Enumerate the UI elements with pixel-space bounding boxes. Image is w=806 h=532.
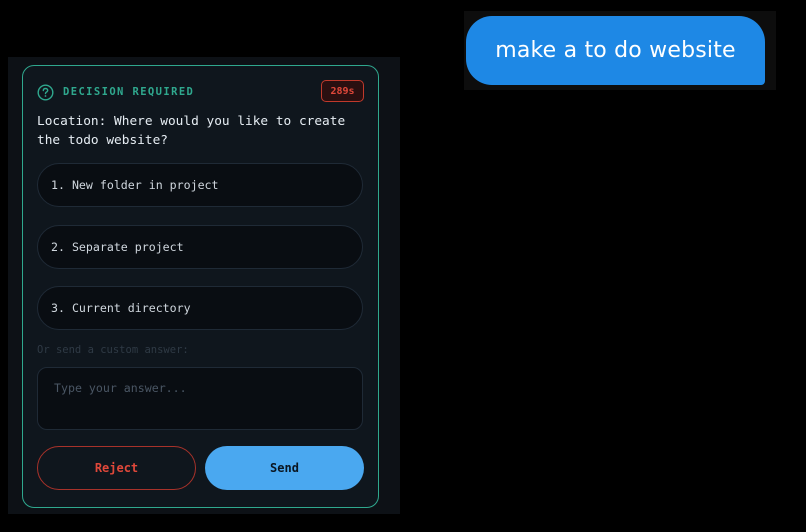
user-message-container: make a to do website — [464, 11, 776, 90]
option-separate-project[interactable]: 2. Separate project — [37, 225, 363, 269]
custom-answer-input[interactable] — [37, 367, 363, 430]
decision-panel: DECISION REQUIRED 289s Location: Where w… — [22, 65, 379, 508]
decision-header: DECISION REQUIRED 289s — [37, 80, 364, 104]
custom-answer-label: Or send a custom answer: — [37, 344, 189, 356]
decision-question: Location: Where would you like to create… — [37, 114, 346, 148]
user-message-bubble: make a to do website — [466, 16, 765, 85]
option-label: 2. Separate project — [51, 240, 184, 254]
option-new-folder-in-project[interactable]: 1. New folder in project — [37, 163, 363, 207]
reject-button[interactable]: Reject — [37, 446, 196, 490]
option-label: 3. Current directory — [51, 301, 191, 315]
option-label: 1. New folder in project — [51, 178, 219, 192]
countdown-timer-badge: 289s — [321, 80, 364, 102]
option-current-directory[interactable]: 3. Current directory — [37, 286, 363, 330]
help-circle-icon — [37, 83, 54, 101]
send-button[interactable]: Send — [205, 446, 364, 490]
decision-title: DECISION REQUIRED — [63, 86, 195, 98]
